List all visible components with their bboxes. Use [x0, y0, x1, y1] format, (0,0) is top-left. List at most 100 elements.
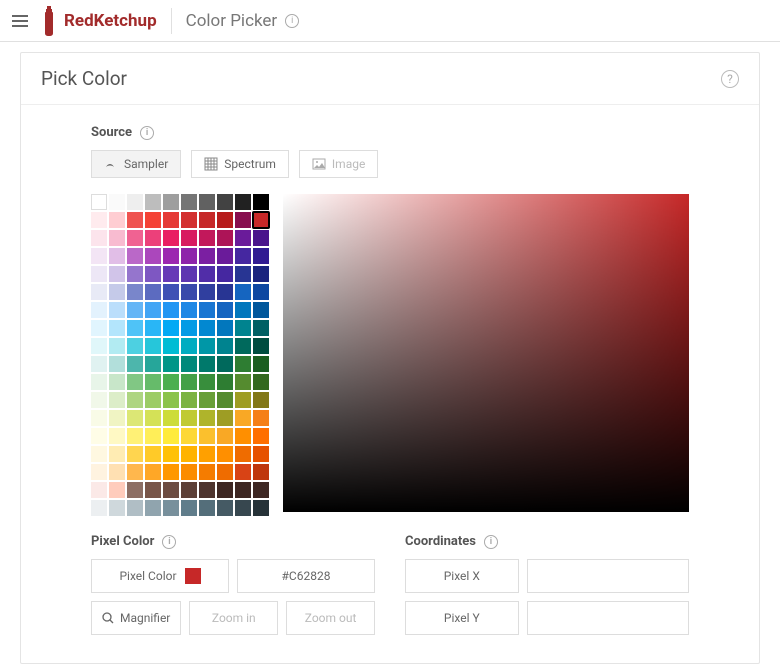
color-swatch[interactable] [181, 230, 197, 246]
color-swatch[interactable] [127, 482, 143, 498]
color-swatch[interactable] [145, 410, 161, 426]
color-swatch[interactable] [91, 338, 107, 354]
pixel-x-value[interactable] [527, 559, 689, 593]
color-swatch[interactable] [199, 374, 215, 390]
color-swatch[interactable] [217, 230, 233, 246]
color-swatch[interactable] [145, 356, 161, 372]
color-swatch[interactable] [217, 446, 233, 462]
color-swatch[interactable] [199, 230, 215, 246]
color-swatch[interactable] [145, 212, 161, 228]
color-swatch[interactable] [145, 266, 161, 282]
color-swatch[interactable] [127, 194, 143, 210]
color-swatch[interactable] [91, 212, 107, 228]
color-swatch[interactable] [199, 410, 215, 426]
tab-spectrum[interactable]: Spectrum [191, 150, 289, 178]
color-swatch[interactable] [163, 266, 179, 282]
color-swatch[interactable] [217, 338, 233, 354]
color-swatch[interactable] [181, 464, 197, 480]
color-swatch[interactable] [127, 410, 143, 426]
color-swatch[interactable] [235, 266, 251, 282]
color-swatch[interactable] [217, 356, 233, 372]
color-swatch[interactable] [109, 338, 125, 354]
color-swatch[interactable] [235, 302, 251, 318]
color-swatch[interactable] [109, 212, 125, 228]
color-swatch[interactable] [163, 356, 179, 372]
color-swatch[interactable] [163, 230, 179, 246]
color-swatch[interactable] [235, 338, 251, 354]
color-swatch[interactable] [199, 356, 215, 372]
color-swatch[interactable] [217, 482, 233, 498]
color-swatch[interactable] [91, 302, 107, 318]
color-swatch[interactable] [217, 410, 233, 426]
hamburger-menu-button[interactable] [8, 9, 32, 33]
color-swatch[interactable] [109, 194, 125, 210]
color-swatch[interactable] [109, 230, 125, 246]
color-swatch[interactable] [91, 428, 107, 444]
color-swatch[interactable] [235, 392, 251, 408]
color-swatch[interactable] [253, 320, 269, 336]
color-swatch[interactable] [145, 230, 161, 246]
color-swatch[interactable] [181, 320, 197, 336]
tab-sampler[interactable]: Sampler [91, 150, 181, 178]
color-swatch[interactable] [253, 266, 269, 282]
color-swatch[interactable] [217, 392, 233, 408]
brand-name[interactable]: RedKetchup [64, 11, 157, 31]
color-swatch[interactable] [181, 500, 197, 516]
color-swatch[interactable] [109, 374, 125, 390]
color-swatch[interactable] [127, 374, 143, 390]
color-swatch[interactable] [109, 302, 125, 318]
color-swatch[interactable] [253, 410, 269, 426]
color-swatch[interactable] [109, 464, 125, 480]
color-swatch[interactable] [109, 320, 125, 336]
color-swatch[interactable] [181, 194, 197, 210]
color-swatch[interactable] [199, 482, 215, 498]
color-swatch[interactable] [109, 482, 125, 498]
color-swatch[interactable] [145, 320, 161, 336]
color-swatch[interactable] [127, 446, 143, 462]
color-swatch[interactable] [199, 212, 215, 228]
color-swatch[interactable] [109, 410, 125, 426]
color-swatch[interactable] [253, 356, 269, 372]
color-swatch[interactable] [109, 392, 125, 408]
color-swatch[interactable] [127, 320, 143, 336]
color-swatch[interactable] [163, 212, 179, 228]
color-swatch[interactable] [235, 284, 251, 300]
color-swatch[interactable] [199, 500, 215, 516]
color-swatch[interactable] [181, 302, 197, 318]
color-swatch[interactable] [199, 338, 215, 354]
color-swatch[interactable] [235, 248, 251, 264]
color-swatch[interactable] [91, 410, 107, 426]
color-swatch[interactable] [253, 464, 269, 480]
color-swatch[interactable] [145, 284, 161, 300]
color-swatch[interactable] [91, 248, 107, 264]
color-swatch[interactable] [127, 248, 143, 264]
color-swatch[interactable] [145, 500, 161, 516]
color-swatch[interactable] [217, 248, 233, 264]
color-swatch[interactable] [181, 392, 197, 408]
color-swatch[interactable] [145, 464, 161, 480]
color-swatch[interactable] [127, 230, 143, 246]
color-swatch[interactable] [163, 482, 179, 498]
color-swatch[interactable] [127, 392, 143, 408]
color-swatch[interactable] [145, 392, 161, 408]
color-swatch[interactable] [199, 266, 215, 282]
pixel-y-value[interactable] [527, 601, 689, 635]
color-swatch[interactable] [181, 266, 197, 282]
color-swatch[interactable] [145, 374, 161, 390]
color-swatch[interactable] [91, 284, 107, 300]
color-swatch[interactable] [217, 266, 233, 282]
color-swatch[interactable] [253, 446, 269, 462]
color-swatch[interactable] [127, 428, 143, 444]
color-swatch[interactable] [91, 500, 107, 516]
color-swatch[interactable] [163, 392, 179, 408]
color-swatch[interactable] [163, 194, 179, 210]
color-swatch[interactable] [217, 284, 233, 300]
color-swatch[interactable] [163, 248, 179, 264]
color-swatch[interactable] [163, 428, 179, 444]
color-swatch[interactable] [181, 428, 197, 444]
color-swatch[interactable] [235, 464, 251, 480]
color-swatch[interactable] [145, 302, 161, 318]
color-swatch[interactable] [145, 338, 161, 354]
color-swatch[interactable] [127, 464, 143, 480]
color-swatch[interactable] [217, 194, 233, 210]
